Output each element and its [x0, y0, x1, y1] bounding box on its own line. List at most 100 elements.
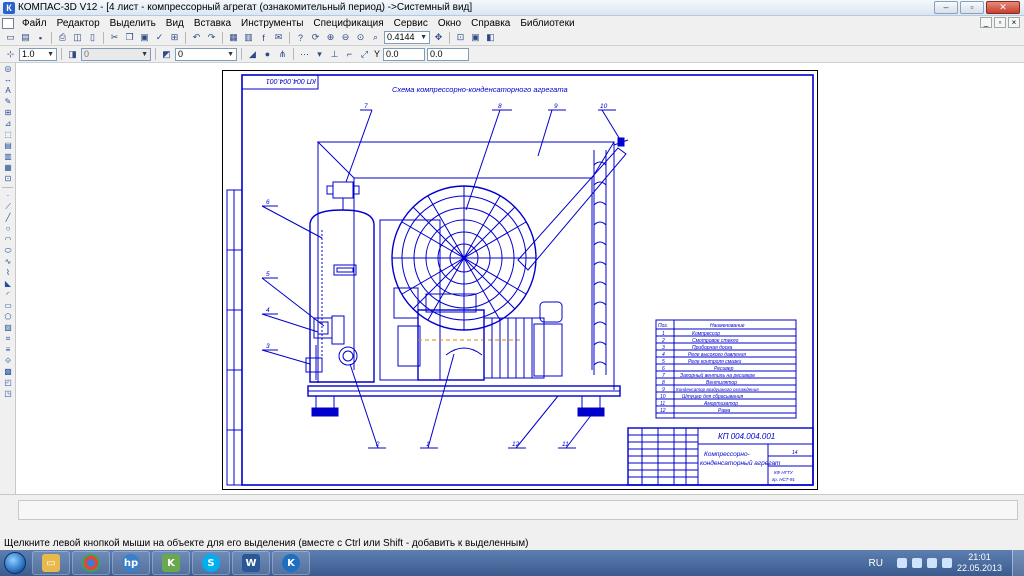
macro-icon[interactable]: ◰ — [2, 378, 14, 388]
insert-icon[interactable]: ⊡ — [2, 174, 14, 184]
ortho-icon[interactable]: ⌐ — [343, 48, 356, 61]
drawing-workspace[interactable]: КП 004.004.001 Схема компрессорно-конден… — [16, 63, 1024, 494]
chevron-down-icon[interactable]: ▼ — [227, 49, 234, 60]
doc-close-button[interactable]: × — [1008, 17, 1020, 28]
chamfer-icon[interactable]: ◣ — [2, 279, 14, 289]
copy-icon[interactable]: ❐ — [123, 31, 136, 44]
polyline-icon[interactable]: ⌇ — [2, 268, 14, 278]
chevron-down-icon[interactable]: ▼ — [141, 49, 148, 60]
contour-icon[interactable]: ⌗ — [2, 334, 14, 344]
hatch-icon[interactable]: ▨ — [2, 323, 14, 333]
doc-minimize-button[interactable]: _ — [980, 17, 992, 28]
menu-libraries[interactable]: Библиотеки — [515, 18, 579, 29]
doc-restore-button[interactable]: ▫ — [994, 17, 1006, 28]
equidistant-icon[interactable]: ≡ — [2, 345, 14, 355]
show-desktop-button[interactable] — [1012, 550, 1024, 576]
symbols-icon[interactable]: A — [2, 86, 14, 96]
tray-arrow-icon[interactable] — [896, 558, 907, 568]
clock[interactable]: 21:01 22.05.2013 — [957, 552, 1002, 574]
help-pointer-icon[interactable]: ? — [294, 31, 307, 44]
zoom-icon[interactable]: ⌕ — [369, 31, 382, 44]
reports-icon[interactable]: ▦ — [2, 163, 14, 173]
start-button[interactable] — [0, 550, 30, 576]
menu-editor[interactable]: Редактор — [52, 18, 105, 29]
color-icon[interactable]: ● — [261, 48, 274, 61]
more-tools-icon[interactable]: ◳ — [2, 389, 14, 399]
zoom-window-icon[interactable]: ⊙ — [354, 31, 367, 44]
variables-icon[interactable]: f — [257, 31, 270, 44]
spline-icon[interactable]: ∿ — [2, 257, 14, 267]
undo-icon[interactable]: ↶ — [190, 31, 203, 44]
collect-contour-icon[interactable]: ⟐ — [2, 356, 14, 366]
line-scale-icon[interactable]: ⊹ — [4, 48, 17, 61]
taskbar-hp[interactable]: hp — [112, 551, 150, 575]
redraw-icon[interactable]: ▣ — [469, 31, 482, 44]
maximize-button[interactable]: ▫ — [960, 1, 984, 14]
line-scale-field[interactable]: 1.0 ▼ — [19, 47, 57, 61]
aux-line-icon[interactable]: ⟋ — [2, 202, 14, 212]
layers-icon[interactable]: ◧ — [484, 31, 497, 44]
bookmark-icon[interactable]: ▯ — [86, 31, 99, 44]
save-icon[interactable]: ▪ — [34, 31, 47, 44]
grid-dropdown-icon[interactable]: ▾ — [313, 48, 326, 61]
redo-icon[interactable]: ↷ — [205, 31, 218, 44]
polygon-icon[interactable]: ⬠ — [2, 312, 14, 322]
new-file-icon[interactable]: ▭ — [4, 31, 17, 44]
mail-icon[interactable]: ✉ — [272, 31, 285, 44]
style-icon[interactable]: ◩ — [160, 48, 173, 61]
taskbar-chrome[interactable] — [72, 551, 110, 575]
language-indicator[interactable]: RU — [869, 558, 883, 569]
print-icon[interactable]: ⎙ — [56, 31, 69, 44]
format-painter-icon[interactable]: ⊞ — [168, 31, 181, 44]
arc-icon[interactable]: ◠ — [2, 235, 14, 245]
menu-insert[interactable]: Вставка — [189, 18, 236, 29]
menu-tools[interactable]: Инструменты — [236, 18, 308, 29]
open-file-icon[interactable]: ▤ — [19, 31, 32, 44]
layer-field[interactable]: 0 ▼ — [81, 47, 151, 61]
point-icon[interactable]: · — [2, 191, 14, 201]
chevron-down-icon[interactable]: ▼ — [47, 49, 54, 60]
taskbar-skype[interactable]: S — [192, 551, 230, 575]
y-coordinate-field[interactable]: 0.0 — [427, 47, 470, 61]
zoom-in-icon[interactable]: ⊕ — [324, 31, 337, 44]
taskbar-kompas-k[interactable]: K — [272, 551, 310, 575]
circle-icon[interactable]: ○ — [2, 224, 14, 234]
taskbar-explorer[interactable]: ▭ — [32, 551, 70, 575]
geometry-icon[interactable]: ◎ — [2, 64, 14, 74]
segment-icon[interactable]: ╱ — [2, 213, 14, 223]
close-button[interactable]: ✕ — [986, 1, 1020, 14]
fillet-icon[interactable]: ◜ — [2, 290, 14, 300]
show-all-icon[interactable]: ⊡ — [454, 31, 467, 44]
chevron-down-icon[interactable]: ▼ — [420, 32, 427, 43]
measure-icon[interactable]: ⊿ — [2, 119, 14, 129]
pan-icon[interactable]: ✥ — [432, 31, 445, 44]
editing-icon[interactable]: ✎ — [2, 97, 14, 107]
parametrization-icon[interactable]: ⊞ — [2, 108, 14, 118]
taskbar-kompas[interactable]: K — [152, 551, 190, 575]
battery-icon[interactable] — [926, 558, 937, 568]
document-icon[interactable] — [2, 17, 14, 29]
menu-view[interactable]: Вид — [161, 18, 189, 29]
menu-service[interactable]: Сервис — [389, 18, 433, 29]
layer-state-icon[interactable]: ◨ — [66, 48, 79, 61]
paste-icon[interactable]: ▣ — [138, 31, 151, 44]
taskbar-word[interactable]: W — [232, 551, 270, 575]
menu-select[interactable]: Выделить — [105, 18, 161, 29]
volume-icon[interactable] — [941, 558, 952, 568]
menu-specification[interactable]: Спецификация — [308, 18, 388, 29]
properties-icon[interactable]: ✓ — [153, 31, 166, 44]
ellipse-icon[interactable]: ⬭ — [2, 246, 14, 256]
zoom-scale-field[interactable]: 0.4144 ▼ — [384, 31, 430, 44]
cursor-snap-icon[interactable]: ⤢ — [358, 48, 371, 61]
menu-file[interactable]: Файл — [17, 18, 52, 29]
x-coordinate-field[interactable]: 0.0 — [383, 47, 426, 61]
cut-icon[interactable]: ✂ — [108, 31, 121, 44]
zoom-out-icon[interactable]: ⊖ — [339, 31, 352, 44]
local-cs-icon[interactable]: ⊥ — [328, 48, 341, 61]
style-field[interactable]: 0 ▼ — [175, 47, 237, 61]
views-icon[interactable]: ▤ — [2, 141, 14, 151]
library-icon[interactable]: ▥ — [242, 31, 255, 44]
dimensions-icon[interactable]: ↔ — [2, 75, 14, 85]
rectangle-icon[interactable]: ▭ — [2, 301, 14, 311]
preview-icon[interactable]: ◫ — [71, 31, 84, 44]
